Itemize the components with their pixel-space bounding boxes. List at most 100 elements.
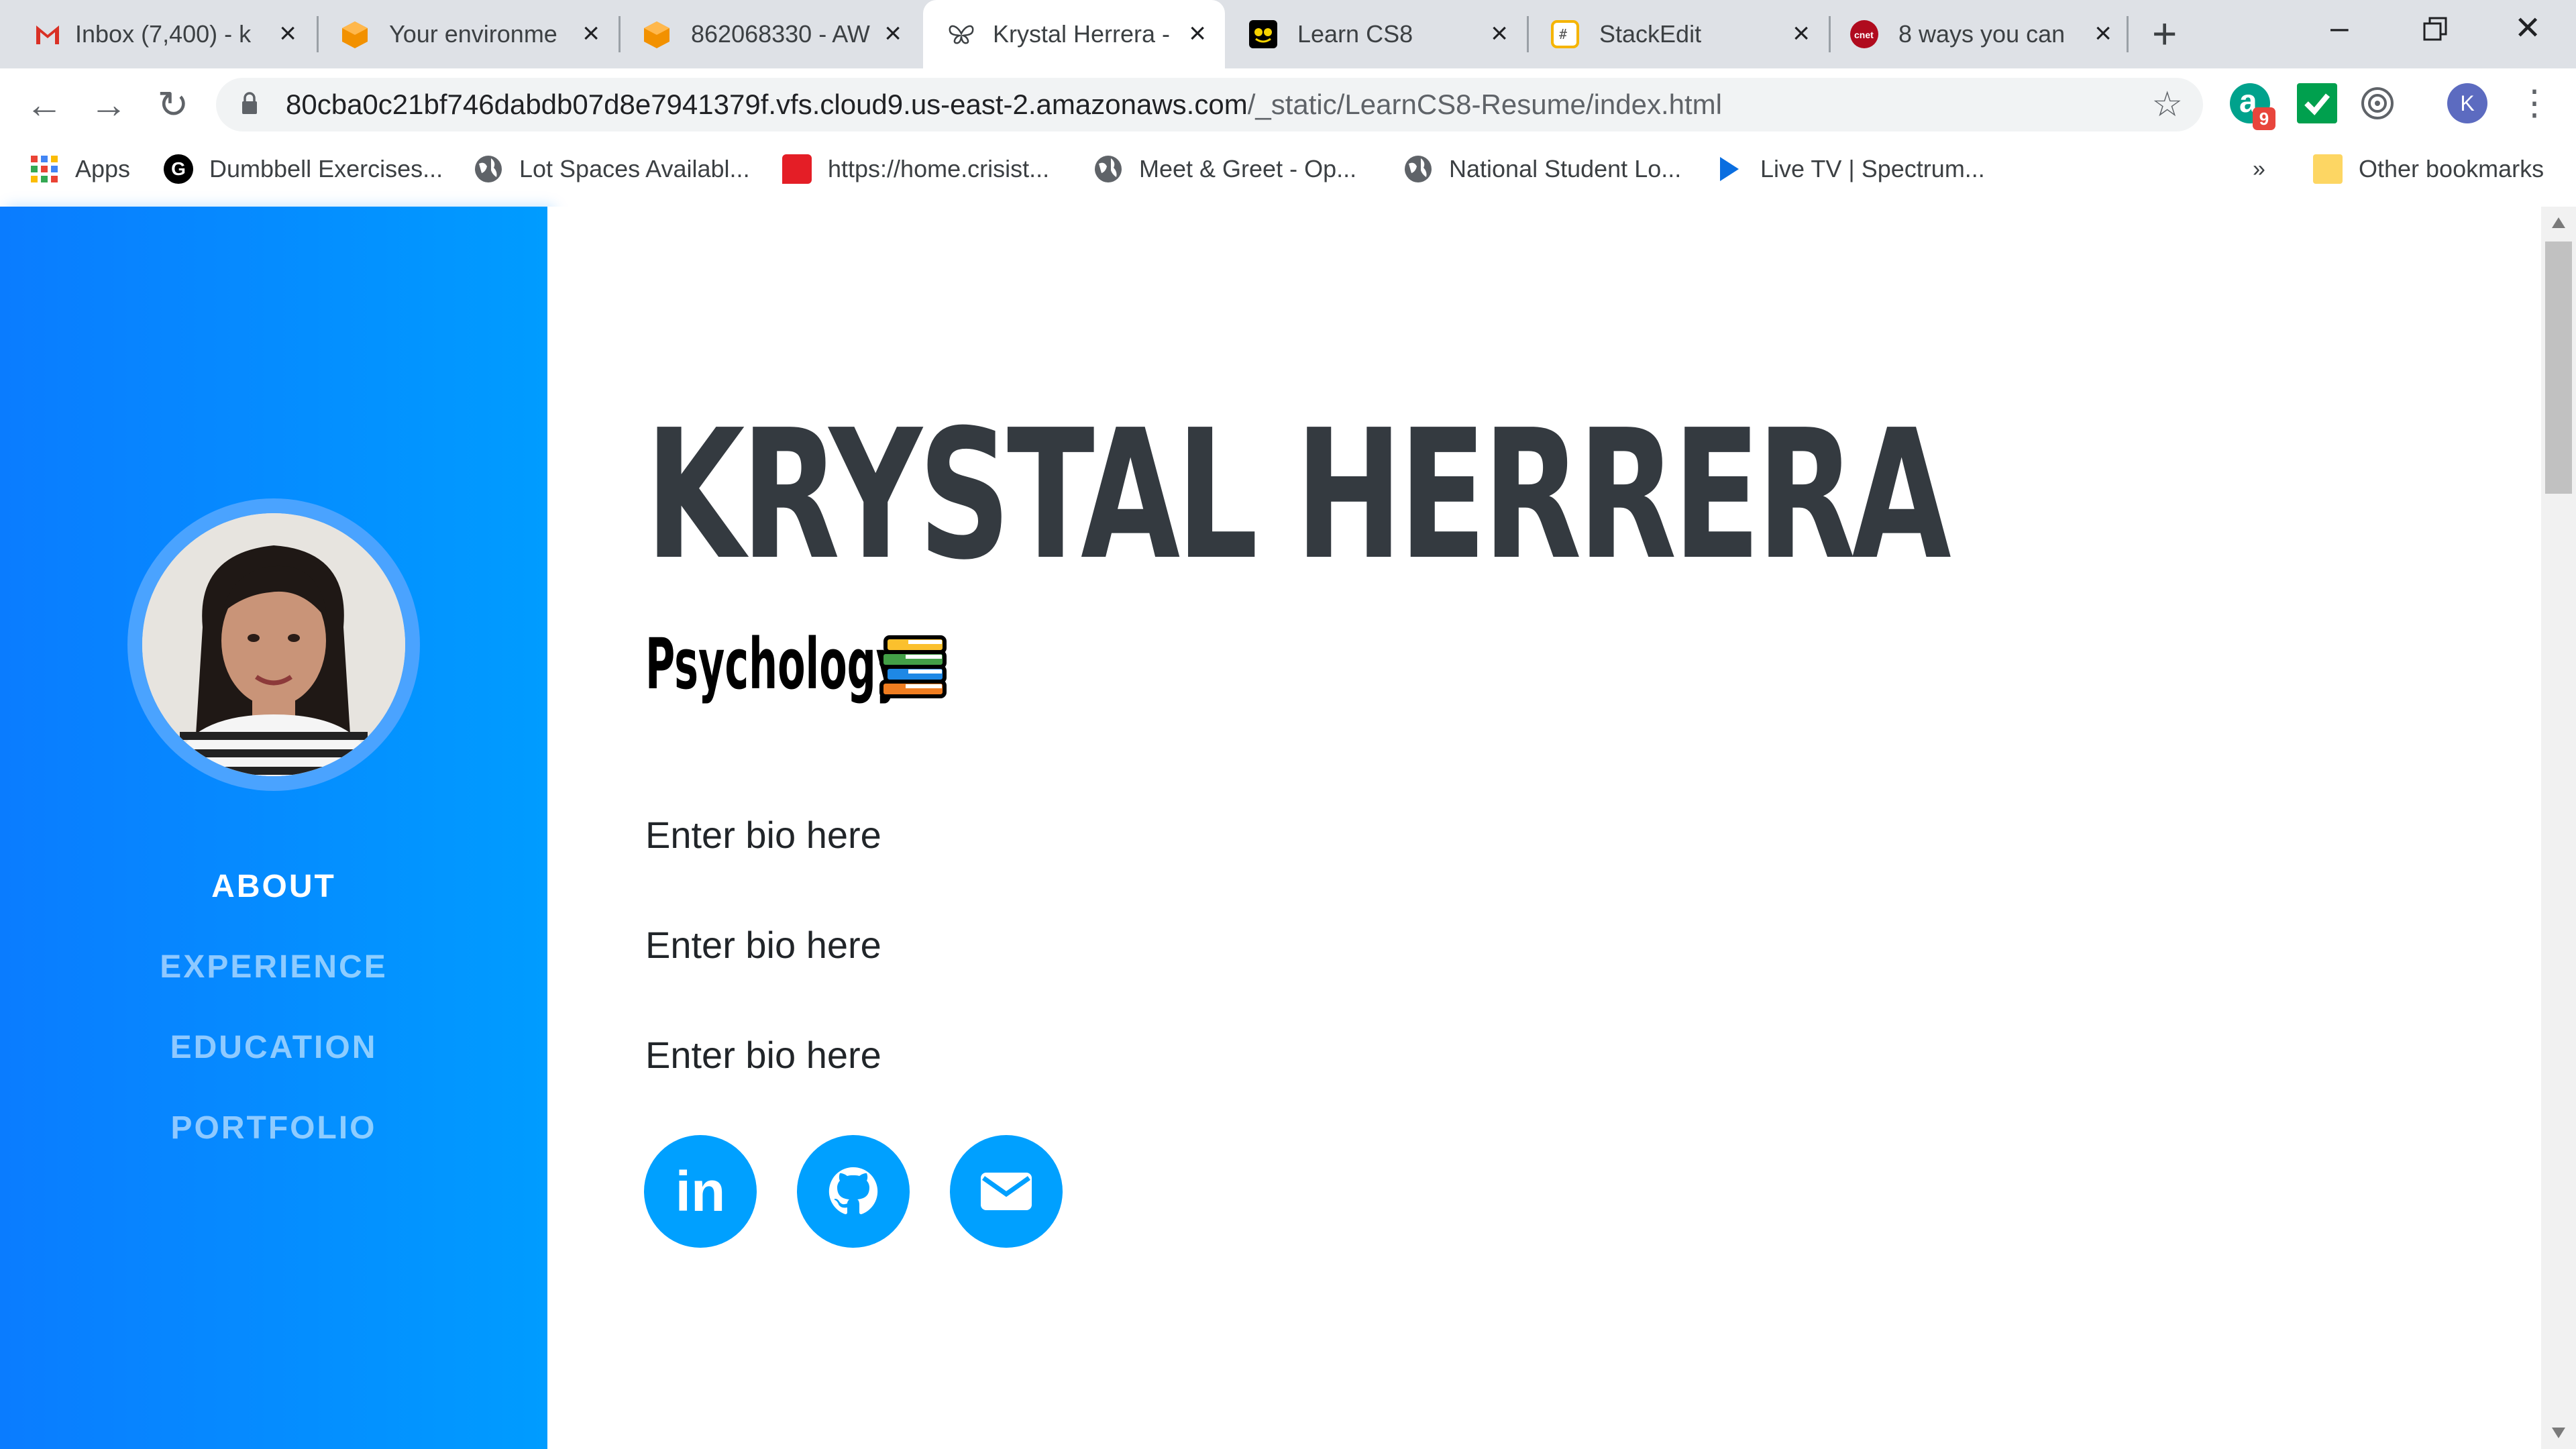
address-bar[interactable]: 80cba0c21bf746dabdb07d8e7941379f.vfs.clo… — [216, 78, 2203, 131]
nav-experience[interactable]: EXPERIENCE — [0, 949, 547, 985]
tab-title: Inbox (7,400) - k — [75, 20, 252, 48]
profile-photo — [142, 513, 405, 776]
svg-text:cnet: cnet — [1854, 30, 1874, 40]
scrollbar-thumb[interactable] — [2545, 241, 2572, 494]
page-scrollbar[interactable] — [2541, 207, 2576, 1449]
globe-icon — [475, 156, 502, 182]
new-tab-button[interactable]: + — [2152, 12, 2177, 55]
bookmark-dumbbell[interactable]: G Dumbbell Exercises... — [164, 152, 443, 186]
bookmark-star-icon[interactable]: ☆ — [2151, 85, 2183, 125]
minimize-button[interactable]: – — [2330, 9, 2349, 46]
globe-icon — [1405, 156, 1432, 182]
extension-checkmark-icon[interactable] — [2297, 83, 2337, 123]
scroll-up-icon[interactable] — [2552, 217, 2565, 228]
main-content: KRYSTAL HERRERA Psychology Enter bio her… — [547, 207, 2541, 1449]
bookmark-apps[interactable]: Apps — [30, 152, 130, 186]
bookmark-label: Dumbbell Exercises... — [209, 155, 443, 182]
tab-krystal-herrera[interactable]: Krystal Herrera - × — [923, 0, 1225, 68]
cnet-icon: cnet — [1850, 20, 1878, 48]
url-path: /_static/LearnCS8-Resume/index.html — [1247, 89, 1723, 120]
bookmark-lot-spaces[interactable]: Lot Spaces Availabl... — [474, 152, 750, 186]
nav-about[interactable]: ABOUT — [0, 868, 547, 905]
apps-grid-icon — [31, 156, 58, 182]
restore-icon — [2423, 17, 2447, 41]
tab-learn-cs8[interactable]: Learn CS8 × — [1228, 0, 1527, 68]
bio-paragraph: Enter bio here — [645, 814, 881, 856]
tab-close-icon[interactable]: × — [1491, 17, 1508, 50]
other-bookmarks-label: Other bookmarks — [2359, 155, 2544, 182]
tab-separator — [317, 16, 319, 52]
bookmark-label: Apps — [75, 155, 131, 182]
tab-stackedit[interactable]: # StackEdit × — [1529, 0, 1829, 68]
stackedit-icon: # — [1551, 20, 1579, 48]
envelope-icon — [981, 1173, 1032, 1210]
tab-separator — [619, 16, 621, 52]
cast-icon — [2361, 87, 2394, 119]
restore-button[interactable] — [2422, 13, 2449, 50]
butterfly-icon — [949, 25, 974, 44]
tab-title: Krystal Herrera - — [993, 20, 1171, 48]
tab-separator — [2127, 16, 2129, 52]
close-window-button[interactable]: ✕ — [2514, 9, 2541, 47]
bookmark-label: Live TV | Spectrum... — [1760, 155, 1985, 182]
scroll-down-icon[interactable] — [2552, 1428, 2565, 1438]
tab-strip: Inbox (7,400) - k × Your environme × 862… — [0, 0, 2576, 68]
folder-icon — [2313, 154, 2343, 184]
tab-separator — [1829, 16, 1831, 52]
forward-button[interactable]: → — [87, 83, 130, 126]
profile-avatar[interactable]: K — [2447, 83, 2487, 123]
play-icon — [1720, 157, 1739, 181]
url-text: 80cba0c21bf746dabdb07d8e7941379f.vfs.clo… — [286, 87, 1722, 122]
linkedin-button[interactable]: in — [644, 1135, 757, 1248]
back-button[interactable]: ← — [23, 83, 66, 126]
bookmark-crisistext[interactable]: https://home.crisist... — [782, 152, 1049, 186]
bio-paragraph: Enter bio here — [645, 1034, 881, 1076]
sidebar: ABOUT EXPERIENCE EDUCATION PORTFOLIO — [0, 207, 547, 1449]
page-title: KRYSTAL HERRERA — [645, 391, 1951, 599]
tab-cnet[interactable]: cnet 8 ways you can × — [1831, 0, 2131, 68]
bookmark-meet-greet[interactable]: Meet & Greet - Op... — [1093, 152, 1356, 186]
bookmark-label: Lot Spaces Availabl... — [519, 155, 750, 182]
tab-close-icon[interactable]: × — [1792, 17, 1810, 50]
nav-education[interactable]: EDUCATION — [0, 1029, 547, 1066]
lock-icon — [242, 92, 257, 114]
tab-close-icon[interactable]: × — [884, 17, 902, 50]
bookmark-label: Meet & Greet - Op... — [1139, 155, 1357, 182]
extension-cast-icon[interactable] — [2357, 83, 2398, 123]
gmail-icon — [36, 25, 59, 44]
red-flag-icon — [782, 154, 812, 184]
tab-close-icon[interactable]: × — [279, 17, 297, 50]
extension-badge: 9 — [2253, 107, 2275, 130]
reload-button[interactable]: ↻ — [152, 83, 195, 126]
email-button[interactable] — [950, 1135, 1063, 1248]
books-icon — [879, 635, 947, 698]
aws-icon — [342, 21, 368, 48]
bookmark-national-student-loan[interactable]: National Student Lo... — [1403, 152, 1681, 186]
browser-chrome: Inbox (7,400) - k × Your environme × 862… — [0, 0, 2576, 208]
extension-grammarly-icon[interactable]: a 9 — [2230, 83, 2275, 130]
checkmark-icon — [2304, 93, 2330, 115]
linkedin-icon: in — [675, 1160, 726, 1223]
tab-gmail[interactable]: Inbox (7,400) - k × — [0, 0, 315, 68]
bookmark-spectrum[interactable]: Live TV | Spectrum... — [1715, 152, 1985, 186]
avatar — [127, 498, 420, 791]
bookmark-label: National Student Lo... — [1449, 155, 1682, 182]
subtitle: Psychology — [645, 623, 903, 705]
menu-kebab-icon[interactable]: ⋮ — [2517, 82, 2552, 125]
tab-title: 8 ways you can — [1898, 20, 2065, 48]
profile-photo-illustration — [142, 513, 405, 776]
tab-close-icon[interactable]: × — [1189, 17, 1206, 50]
g-icon: G — [164, 154, 193, 184]
tab-close-icon[interactable]: × — [582, 17, 600, 50]
github-icon — [828, 1167, 878, 1214]
bookmarks-overflow-button[interactable]: » — [2253, 152, 2265, 186]
tab-close-icon[interactable]: × — [2094, 17, 2112, 50]
github-button[interactable] — [797, 1135, 910, 1248]
tab-aws-console[interactable]: 862068330 - AW × — [621, 0, 920, 68]
nav-portfolio[interactable]: PORTFOLIO — [0, 1110, 547, 1146]
other-bookmarks[interactable]: Other bookmarks — [2313, 152, 2544, 186]
globe-icon — [1095, 156, 1122, 182]
tab-cloud9-environment[interactable]: Your environme × — [319, 0, 619, 68]
tab-title: Learn CS8 — [1297, 20, 1413, 48]
cs8-icon — [1249, 20, 1277, 48]
